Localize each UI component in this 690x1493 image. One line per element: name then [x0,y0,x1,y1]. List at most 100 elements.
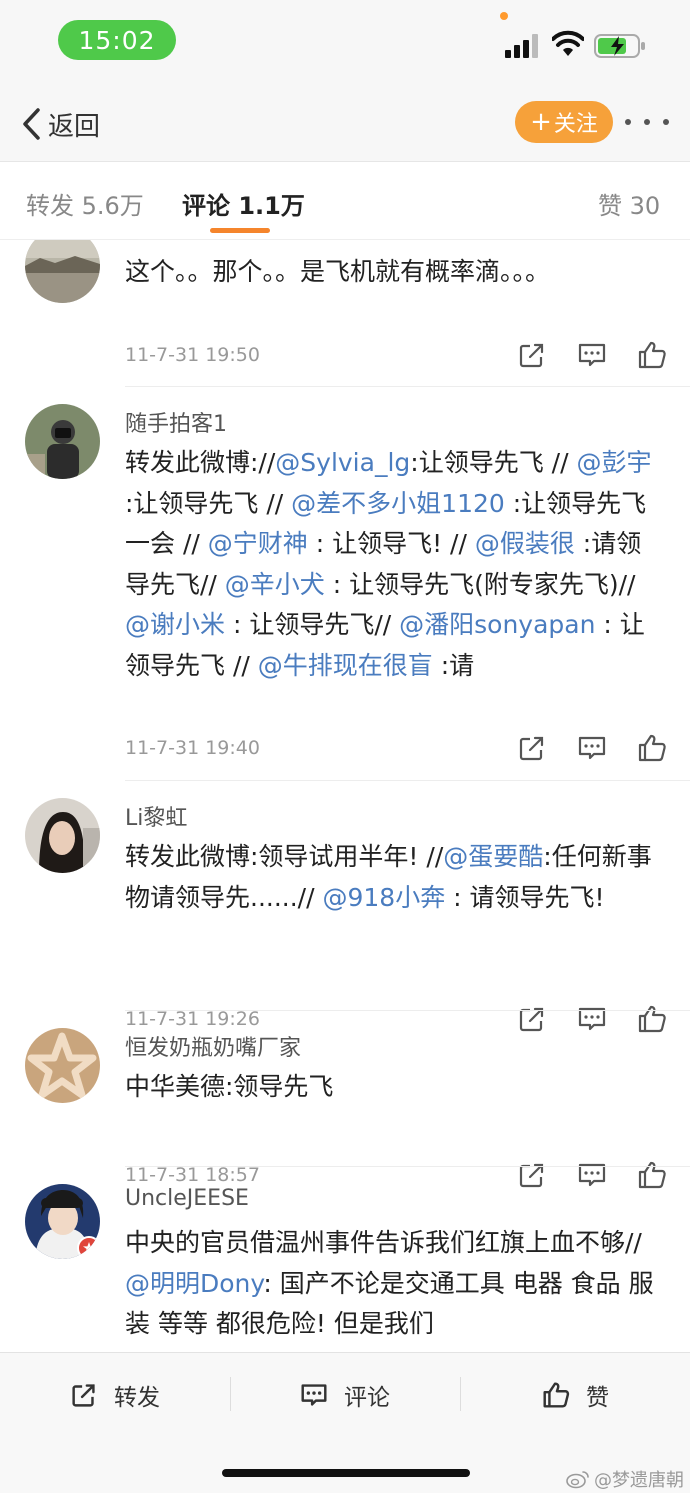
comment-text: 转发此微博:领导试用半年! //@蛋要酷:任何新事物请领导先......// @… [125,837,660,918]
like-icon [543,1382,570,1408]
dot-icon [644,119,650,125]
status-time: 15:02 [58,20,176,60]
repost-label: 转发 [114,1385,160,1411]
comment-username[interactable]: 随手拍客1 [125,406,227,438]
mention-link[interactable]: @谢小米 [125,610,225,639]
comment-label: 评论 [344,1385,390,1411]
mention-link[interactable]: @918小奔 [322,883,445,912]
battery-icon [594,33,646,59]
comment-text-segment: 中央的官员借温州事件告诉我们红旗上血不够// [125,1228,642,1257]
comment-text-segment: :请 [432,650,475,680]
dot-icon [625,119,631,125]
comment-text-segment: 转发此微博:// [125,448,276,477]
comment-icon[interactable] [575,1002,609,1036]
avatar[interactable] [25,1184,100,1259]
privacy-indicator-dot [500,12,508,20]
more-options-button[interactable] [625,112,669,132]
like-icon[interactable] [635,1158,669,1192]
comment-text-segment: :让领导先飞 // [125,488,292,518]
tab-likes[interactable]: 赞 30 [598,186,660,221]
divider [125,1166,690,1167]
comment-text: 转发此微博://@Sylvia_lg:让领导先飞 // @彭宇 :让领导先飞 /… [125,443,660,767]
tab-bar: 转发 5.6万 评论 1.1万 赞 30 [0,162,690,240]
mention-link[interactable]: @辛小犬 [225,570,325,599]
comment-text-segment: : 请领导先飞! [445,882,605,912]
like-icon[interactable] [635,731,669,765]
follow-button[interactable]: + 关注 [515,101,613,143]
wifi-icon [551,30,585,58]
comment-time: 11-7-31 19:50 [125,344,260,366]
avatar[interactable] [25,404,100,479]
share-icon [72,1384,95,1407]
mention-link[interactable]: @潘阳sonyapan [399,610,595,639]
bottom-action-bar: 转发 评论 赞 @梦遗唐朝 [0,1352,690,1493]
plus-icon: + [530,107,552,137]
share-icon[interactable] [515,1002,549,1036]
watermark-text: @梦遗唐朝 [594,1470,684,1491]
dot-icon [663,119,669,125]
comment-meta: 11-7-31 19:50 [125,336,666,376]
divider [125,780,690,781]
chevron-left-icon [23,108,40,140]
comment-text-segment: 这个。。那个。。是飞机就有概率滴。。。 [125,257,551,286]
mention-link[interactable]: @宁财神 [208,529,308,558]
like-icon[interactable] [635,338,669,372]
comment-text-segment: : 让领导先飞// [225,610,400,639]
mention-link[interactable]: @差不多小姐1120 [291,489,505,518]
comment-text-segment: : 让领导飞! // [307,529,475,558]
comment-username[interactable]: UncleJEESE [125,1186,249,1211]
avatar[interactable] [25,798,100,873]
avatar[interactable] [25,240,100,303]
divider [125,386,690,387]
comment-time: 11-7-31 18:57 [125,1164,260,1186]
divider [125,1010,690,1011]
back-label: 返回 [48,111,101,142]
comment-username[interactable]: 恒发奶瓶奶嘴厂家 [125,1030,301,1062]
comment-meta: 11-7-31 19:40 [125,729,666,769]
like-icon[interactable] [635,1002,669,1036]
divider [230,1377,231,1411]
comment-text-segment: 转发此微博:领导试用半年! // [125,842,444,871]
comment-icon[interactable] [575,338,609,372]
mention-link[interactable]: @Sylvia_lg [275,448,410,477]
comment-time: 11-7-31 19:40 [125,737,260,759]
share-icon[interactable] [515,1158,549,1192]
back-button[interactable]: 返回 [20,104,100,144]
active-tab-indicator [210,228,270,233]
comment-text: 中华美德:领导先飞 [125,1067,660,1108]
comment-text-segment: :让领导先飞 // [410,448,577,477]
weibo-logo-icon [566,1471,589,1489]
comment-icon[interactable] [575,731,609,765]
tab-comments[interactable]: 评论 1.1万 [182,186,305,221]
mention-link[interactable]: @明明Dony [125,1269,263,1298]
share-icon[interactable] [515,338,549,372]
nav-bar: 返回 + 关注 [0,84,690,162]
verified-badge-icon [77,1236,100,1259]
comment-button[interactable]: 评论 [298,1375,390,1415]
status-bar: 15:02 [0,0,690,84]
avatar[interactable] [25,1028,100,1103]
repost-button[interactable]: 转发 [68,1375,160,1415]
divider [460,1377,461,1411]
tab-reposts[interactable]: 转发 5.6万 [26,186,144,221]
follow-label: 关注 [553,112,598,137]
mention-link[interactable]: @牛排现在很盲 [258,651,433,680]
comment-text-segment: 中华美德:领导先飞 [125,1072,334,1101]
comment-text-segment: : 让领导先飞(附专家先飞)// [324,569,636,599]
home-indicator [222,1469,470,1477]
share-icon[interactable] [515,731,549,765]
comment-username[interactable]: Li黎虹 [125,800,187,832]
signal-icon [505,34,541,58]
comment-text: 这个。。那个。。是飞机就有概率滴。。。 [125,252,660,293]
mention-link[interactable]: @彭宇 [576,448,651,477]
comment-list[interactable]: 这个。。那个。。是飞机就有概率滴。。。 11-7-31 19:50 随手拍客1 … [0,240,690,1352]
like-label: 赞 [586,1385,609,1411]
comment-icon [301,1384,327,1406]
watermark: @梦遗唐朝 [566,1466,684,1492]
like-button[interactable]: 赞 [540,1375,609,1415]
comment-text: 中央的官员借温州事件告诉我们红旗上血不够//@明明Dony: 国产不论是交通工具… [125,1223,660,1345]
mention-link[interactable]: @蛋要酷 [443,842,543,871]
comment-icon[interactable] [575,1158,609,1192]
mention-link[interactable]: @假装很 [475,529,575,558]
comment-time: 11-7-31 19:26 [125,1008,260,1030]
